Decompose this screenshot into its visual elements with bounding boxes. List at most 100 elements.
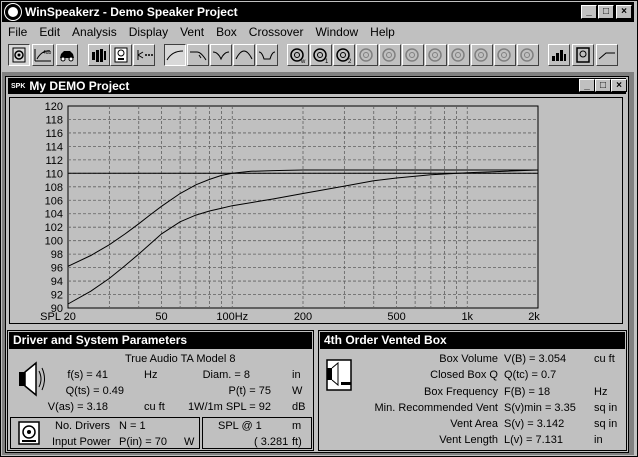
sensitivity-value: 1W/1m SPL = 92 (187, 401, 271, 413)
power-unit: W (292, 385, 303, 397)
menu-window[interactable]: Window (309, 25, 364, 39)
no-drivers-value[interactable]: N = 1 (119, 420, 146, 432)
project-maximize-button[interactable]: □ (595, 79, 611, 92)
vent-area-unit: sq in (594, 418, 618, 430)
diameter-value: Diam. = 8 (202, 369, 250, 381)
y-tick-label: 112 (45, 155, 63, 167)
vent-length-label: Vent Length (439, 434, 498, 446)
bandstop-response-icon[interactable] (256, 44, 278, 66)
power-value: P(t) = 75 (228, 385, 272, 397)
box-frequency-value[interactable]: F(B) = 18 (504, 386, 550, 398)
bar-graph-icon[interactable] (548, 44, 570, 66)
y-tick-label: 94 (51, 276, 63, 288)
speaker-horn-icon (16, 359, 48, 399)
svg-text:2: 2 (348, 59, 352, 63)
y-tick-label: 114 (45, 141, 63, 153)
menu-vent[interactable]: Vent (174, 25, 210, 39)
driver-10-icon (517, 44, 539, 66)
spl-distance-feet: ( 3.281 (254, 436, 289, 448)
vas-value: V(as) = 3.18 (47, 401, 108, 413)
driver-1-icon[interactable]: 1 (310, 44, 332, 66)
box-volume-value[interactable]: V(B) = 3.054 (504, 353, 566, 365)
menu-help[interactable]: Help (364, 25, 401, 39)
x-tick-label: 200 (294, 311, 312, 323)
y-tick-label: 118 (45, 114, 63, 126)
input-power-unit: W (184, 436, 195, 448)
min-vent-label: Min. Recommended Vent (374, 402, 498, 414)
y-tick-label: 98 (51, 249, 63, 261)
driver-6-icon (425, 44, 447, 66)
vent-length-value[interactable]: L(v) = 7.131 (504, 434, 563, 446)
port-dots-icon[interactable] (133, 44, 155, 66)
bandpass-response-icon[interactable] (233, 44, 255, 66)
spl-distance-label[interactable]: SPL @ 1 (218, 420, 262, 432)
menu-box[interactable]: Box (210, 25, 243, 39)
vented-box-panel: 4th Order Vented Box Box Volume V(B) = 3… (318, 330, 627, 451)
driver-4-icon (379, 44, 401, 66)
box-frequency-unit: Hz (594, 386, 608, 398)
driver-9-icon (494, 44, 516, 66)
y-tick-label: 106 (45, 195, 63, 207)
driver-speaker-icon[interactable] (8, 44, 30, 66)
spl-distance-feet-unit: ft) (292, 436, 302, 448)
svg-text:w: w (300, 59, 306, 63)
y-tick-label: 120 (45, 101, 63, 113)
menu-edit[interactable]: Edit (33, 25, 66, 39)
box-frequency-label: Box Frequency (424, 386, 498, 398)
y-tick-label: 116 (45, 128, 63, 140)
menu-display[interactable]: Display (123, 25, 174, 39)
input-power-value[interactable]: P(in) = 70 (119, 436, 167, 448)
menu-bar: File Edit Analysis Display Vent Box Cros… (2, 23, 634, 40)
fs-value: f(s) = 41 (67, 369, 108, 381)
project-title-bar[interactable]: SPK My DEMO Project _ □ × (8, 78, 627, 94)
min-vent-value: S(v)min = 3.35 (504, 402, 576, 414)
y-tick-label: 104 (45, 209, 63, 221)
slope-response-icon[interactable] (596, 44, 618, 66)
vent-area-value[interactable]: S(v) = 3.142 (504, 418, 564, 430)
spl-distance-unit: m (292, 420, 302, 432)
menu-analysis[interactable]: Analysis (66, 25, 123, 39)
qts-value: Q(ts) = 0.49 (65, 385, 124, 397)
svg-text:4db: 4db (43, 50, 52, 56)
minimize-button[interactable]: _ (581, 5, 597, 19)
driver-8-icon (471, 44, 493, 66)
driver-panel-title: Driver and System Parameters (9, 332, 312, 349)
closed-box-q-label: Closed Box Q (430, 369, 498, 381)
box-volume-label: Box Volume (439, 353, 498, 365)
driver-2-icon[interactable]: 2 (333, 44, 355, 66)
diameter-unit: in (292, 369, 301, 381)
car-icon[interactable] (56, 44, 78, 66)
y-tick-label: 110 (45, 168, 63, 180)
sensitivity-unit: dB (292, 401, 306, 413)
close-button[interactable]: × (616, 5, 632, 19)
vent-area-label: Vent Area (450, 418, 498, 430)
spl-plot-frame: 90 92 94 96 98 100 102 104 106 108 110 112 114 116 118… (9, 97, 623, 324)
y-tick-label: 96 (51, 263, 63, 275)
fs-unit: Hz (144, 369, 158, 381)
maximize-button[interactable]: □ (598, 5, 614, 19)
box-volume-unit: cu ft (594, 353, 615, 365)
no-drivers-label: No. Drivers (55, 420, 111, 432)
highpass-response-icon[interactable] (164, 44, 186, 66)
min-vent-unit: sq in (594, 402, 618, 414)
vent-length-unit: in (594, 434, 603, 446)
lowpass-response-icon[interactable] (187, 44, 209, 66)
x-tick-label: 1k (461, 311, 473, 323)
frequency-chart-icon[interactable]: 4db (32, 44, 54, 66)
menu-crossover[interactable]: Crossover (243, 25, 310, 39)
toolbar: 4db w 1 2 (2, 42, 634, 70)
multi-driver-icon[interactable] (88, 44, 110, 66)
notch-response-icon[interactable] (210, 44, 232, 66)
project-close-button[interactable]: × (611, 79, 627, 92)
y-tick-label: 92 (51, 290, 63, 302)
woofer-w-icon[interactable]: w (287, 44, 309, 66)
vas-unit: cu ft (144, 401, 165, 413)
title-bar[interactable]: WinSpeakerz - Demo Speaker Project _ □ × (2, 2, 634, 22)
closed-box-q-value[interactable]: Q(tc) = 0.7 (504, 369, 556, 381)
menu-file[interactable]: File (2, 25, 33, 39)
x-tick-label: SPL 20 (40, 311, 76, 323)
enclosure-icon[interactable] (110, 44, 132, 66)
box-design-icon[interactable] (572, 44, 594, 66)
project-title: My DEMO Project (29, 79, 130, 93)
project-minimize-button[interactable]: _ (579, 79, 595, 92)
